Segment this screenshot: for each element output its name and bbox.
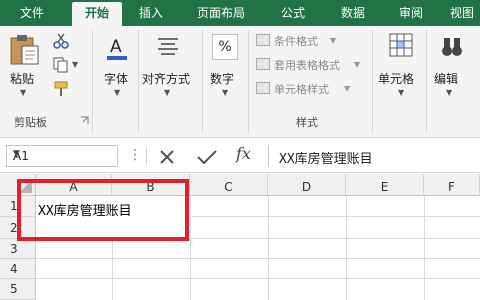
ribbon-tab-bar: 文件 开始 插入 页面布局 公式 数据 审阅 视图	[0, 0, 480, 26]
ribbon: 粘贴 ▼ ▼ 剪贴板 A 字体 ▼ 对齐方式 ▼ % 数字 ▼ 条件格式 ▼ 套…	[0, 26, 480, 138]
tab-file[interactable]: 文件	[0, 0, 64, 26]
format-painter-icon[interactable]	[52, 80, 70, 98]
cell-styles-dropdown-icon: ▼	[344, 84, 351, 93]
column-header[interactable]: D	[268, 174, 346, 196]
column-header[interactable]: F	[424, 174, 480, 196]
cells-dropdown-icon: ▼	[398, 88, 405, 97]
row-header[interactable]: 5	[0, 279, 36, 300]
column-header[interactable]: E	[346, 174, 424, 196]
tab-formulas[interactable]: 公式	[270, 0, 316, 26]
alignment-button-label: 对齐方式	[142, 72, 191, 86]
align-icon	[158, 38, 178, 55]
number-dropdown-icon: ▼	[222, 88, 229, 97]
tab-insert[interactable]: 插入	[130, 0, 172, 26]
tab-view[interactable]: 视图	[444, 0, 480, 26]
tab-review[interactable]: 审阅	[388, 0, 434, 26]
cell-styles-icon	[256, 82, 270, 94]
group-divider	[372, 30, 373, 132]
gridline	[346, 196, 347, 300]
alignment-dropdown-icon: ▼	[164, 88, 171, 97]
worksheet-grid[interactable]: A B C D E F 1 2 3 4 5 XX库房管理账目	[0, 174, 480, 300]
copy-dropdown-icon[interactable]: ▼	[72, 60, 78, 69]
binoculars-icon	[442, 38, 462, 56]
group-divider	[248, 30, 249, 132]
font-dropdown-icon: ▼	[114, 88, 121, 97]
svg-text:A: A	[110, 37, 122, 57]
conditional-formatting-button[interactable]: 条件格式	[274, 33, 318, 49]
gridline	[36, 258, 480, 259]
gridline	[268, 196, 269, 300]
group-divider	[92, 30, 93, 132]
cells-icon	[389, 33, 413, 57]
tab-data[interactable]: 数据	[330, 0, 376, 26]
tab-page-layout[interactable]: 页面布局	[186, 0, 256, 26]
format-as-table-button[interactable]: 套用表格格式	[274, 57, 340, 73]
font-icon: A	[107, 37, 127, 60]
cells-button-label: 单元格	[378, 72, 415, 86]
formula-bar-grip-icon: ⋮	[128, 147, 142, 163]
styles-group-label: 样式	[296, 116, 318, 129]
conditional-formatting-dropdown-icon: ▼	[330, 36, 337, 45]
copy-icon[interactable]	[52, 56, 70, 74]
group-divider	[202, 30, 203, 132]
editing-button-label: 编辑	[434, 72, 459, 86]
format-as-table-dropdown-icon: ▼	[354, 60, 361, 69]
highlight-annotation	[17, 179, 189, 241]
dialog-launcher-icon[interactable]	[80, 116, 89, 125]
insert-function-button[interactable]: fx	[236, 144, 251, 163]
row-header[interactable]: 3	[0, 239, 36, 259]
gridline	[190, 196, 191, 300]
format-as-table-icon	[256, 58, 270, 70]
gridline	[36, 278, 480, 279]
gridline	[424, 196, 425, 300]
tab-home[interactable]: 开始	[72, 2, 122, 26]
row-header[interactable]: 4	[0, 259, 36, 279]
name-box-dropdown-icon[interactable]: ▼	[13, 149, 112, 159]
conditional-formatting-icon	[256, 34, 270, 46]
group-divider	[426, 30, 427, 132]
cancel-icon[interactable]	[158, 148, 176, 166]
column-header[interactable]: C	[190, 174, 268, 196]
clipboard-group-label: 剪贴板	[14, 116, 47, 129]
group-divider	[138, 30, 139, 132]
paste-dropdown-icon[interactable]: ▼	[20, 88, 26, 97]
enter-check-icon[interactable]	[196, 148, 218, 166]
formula-bar: A1 ▼ ⋮ fx XX库房管理账目	[0, 139, 480, 173]
cell-styles-button[interactable]: 单元格样式	[274, 81, 329, 97]
percent-icon: %	[212, 34, 238, 60]
cut-icon[interactable]	[52, 32, 70, 50]
font-button-label: 字体	[104, 72, 129, 86]
paste-icon[interactable]	[8, 32, 42, 66]
name-box[interactable]: A1 ▼	[6, 145, 118, 167]
paste-button[interactable]: 粘贴	[10, 70, 34, 87]
formula-input[interactable]: XX库房管理账目	[268, 145, 480, 167]
formula-divider	[146, 147, 147, 165]
number-button-label: 数字	[210, 72, 235, 86]
editing-dropdown-icon: ▼	[446, 88, 453, 97]
formula-input-value: XX库房管理账目	[279, 152, 373, 167]
